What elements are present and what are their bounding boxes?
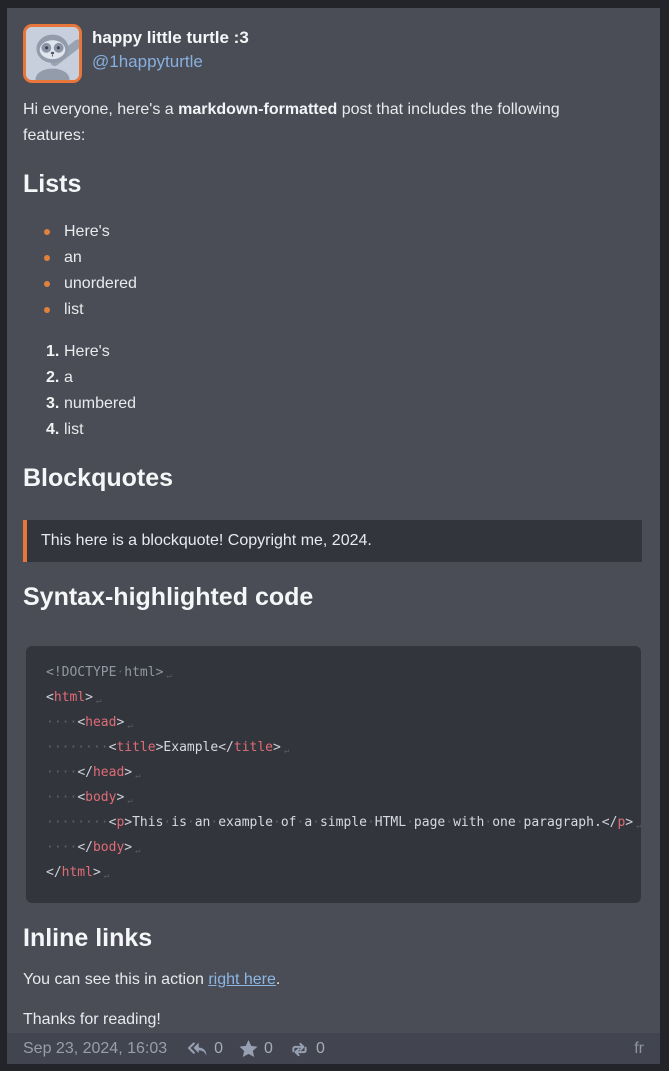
sloth-avatar-image [26, 27, 79, 80]
links-text-end: . [276, 971, 280, 988]
ordered-list: Here'sanumberedlist [23, 339, 642, 443]
language-tag: fr [634, 1040, 644, 1058]
list-item: an [23, 245, 642, 271]
favourite-button[interactable]: 0 [239, 1040, 273, 1058]
timestamp-link[interactable]: Sep 23, 2024, 16:03 [23, 1040, 167, 1058]
display-name: happy little turtle :3 [92, 27, 249, 50]
code-line: ····<head>↵ [46, 712, 621, 737]
star-icon [239, 1040, 258, 1058]
list-item: numbered [23, 391, 642, 417]
list-item: unordered [23, 271, 642, 297]
code-line: </html>↵ [46, 862, 621, 887]
author-names: happy little turtle :3 @1happyturtle [92, 24, 249, 75]
post-footer: Sep 23, 2024, 16:03 0 0 [7, 1033, 660, 1064]
intro-paragraph: Hi everyone, here's a markdown-formatted… [23, 97, 623, 149]
avatar[interactable] [23, 24, 82, 83]
list-item: Here's [23, 339, 642, 365]
heading-blockquotes: Blockquotes [23, 463, 642, 493]
reply-count: 0 [214, 1040, 223, 1058]
intro-text-start: Hi everyone, here's a [23, 101, 178, 118]
list-item: list [23, 297, 642, 323]
list-item: list [23, 417, 642, 443]
blockquote: This here is a blockquote! Copyright me,… [23, 520, 642, 562]
list-item: a [23, 365, 642, 391]
links-paragraph: You can see this in action right here. [23, 967, 642, 993]
heading-code: Syntax-highlighted code [23, 582, 642, 612]
list-item: Here's [23, 219, 642, 245]
code-line: <html>↵ [46, 687, 621, 712]
heading-lists: Lists [23, 169, 642, 199]
action-bar: 0 0 0 [187, 1040, 325, 1058]
reply-button[interactable]: 0 [187, 1040, 223, 1058]
favourite-count: 0 [264, 1040, 273, 1058]
intro-bold-text: markdown-formatted [178, 101, 337, 118]
post-author-header: happy little turtle :3 @1happyturtle [23, 24, 642, 83]
code-line: ········<title>Example</title>↵ [46, 737, 621, 762]
unordered-list: Here'sanunorderedlist [23, 219, 642, 323]
post-card: happy little turtle :3 @1happyturtle Hi … [7, 8, 660, 1064]
post-content: happy little turtle :3 @1happyturtle Hi … [7, 8, 660, 1033]
boost-button[interactable]: 0 [289, 1040, 325, 1058]
code-line: ····</head>↵ [46, 762, 621, 787]
code-line: <!DOCTYPE·html>↵ [46, 662, 621, 687]
code-block: <!DOCTYPE·html>↵<html>↵····<head>↵······… [26, 646, 641, 903]
code-line: ········<p>This·is·an·example·of·a·simpl… [46, 812, 621, 837]
heading-inline-links: Inline links [23, 923, 642, 953]
code-line: ····<body>↵ [46, 787, 621, 812]
right-here-link[interactable]: right here [208, 971, 276, 988]
boost-icon [289, 1041, 310, 1058]
boost-count: 0 [316, 1040, 325, 1058]
reply-icon [187, 1041, 208, 1058]
handle-link[interactable]: @1happyturtle [92, 50, 203, 75]
thanks-paragraph: Thanks for reading! [23, 1007, 642, 1033]
code-line: ····</body>↵ [46, 837, 621, 862]
links-text-start: You can see this in action [23, 971, 208, 988]
